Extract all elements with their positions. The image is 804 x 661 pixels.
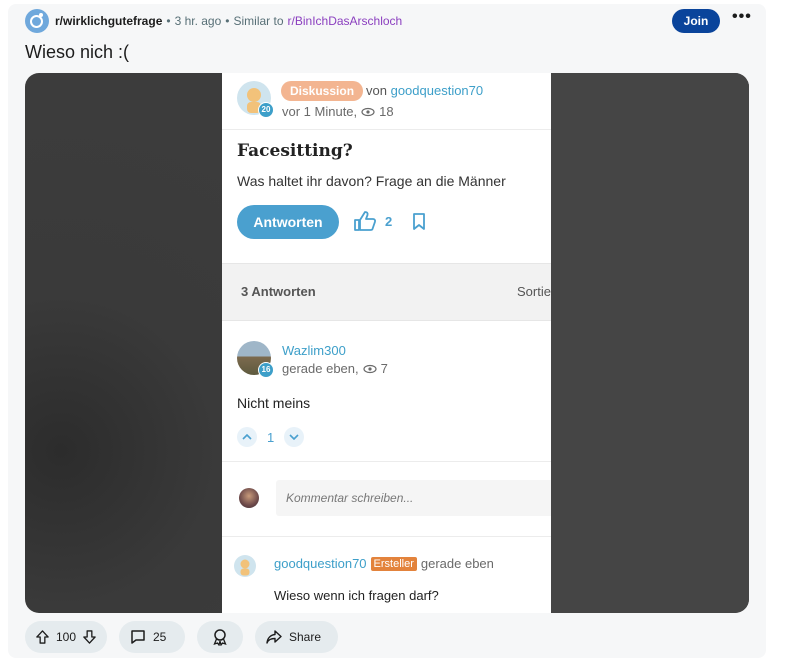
question-title: Facesitting?	[237, 141, 353, 161]
award-button[interactable]	[197, 621, 243, 653]
comment-input: Kommentar schreiben...	[276, 480, 551, 516]
question-body: Was haltet ihr davon? Frage an die Männe…	[237, 173, 506, 189]
answers-count: 3 Antworten	[241, 284, 316, 299]
answerer-level-badge: 16	[258, 362, 274, 378]
screenshot-content: 20 Diskussion von goodquestion70 vor 1 M…	[222, 73, 551, 613]
post-image[interactable]: 20 Diskussion von goodquestion70 vor 1 M…	[25, 73, 749, 613]
like-count: 2	[385, 213, 393, 229]
creator-badge: Ersteller	[370, 556, 417, 571]
eye-icon	[361, 107, 375, 116]
reply-time: gerade eben	[420, 556, 494, 571]
reply-avatar	[234, 555, 256, 577]
answer-time: gerade eben,	[282, 361, 359, 376]
von-label: von	[366, 83, 387, 98]
vote-pill: 100	[25, 621, 107, 653]
award-icon	[213, 629, 227, 646]
sort-label: Sortie	[517, 284, 551, 299]
post-actions: 100 25 Share	[25, 621, 338, 653]
eye-icon	[363, 364, 377, 373]
post-title[interactable]: Wieso nich :(	[25, 42, 129, 63]
post-header: r/wirklichgutefrage • 3 hr. ago • Simila…	[25, 8, 755, 34]
image-dark-backdrop	[551, 73, 749, 613]
question-time: vor 1 Minute,	[282, 104, 358, 119]
author-level-badge: 20	[258, 102, 274, 118]
comment-placeholder: Kommentar schreiben...	[286, 491, 414, 505]
share-button[interactable]: Share	[255, 621, 338, 653]
page-edge	[766, 0, 804, 661]
answerer-name: Wazlim300	[282, 343, 346, 358]
comments-button[interactable]: 25	[119, 621, 185, 653]
downvote-chevron-icon	[284, 427, 305, 447]
similar-prefix: Similar to	[233, 14, 284, 28]
more-options-icon[interactable]: •••	[732, 9, 751, 28]
answer-text: Nicht meins	[237, 395, 311, 411]
author-name[interactable]: goodquestion70	[391, 83, 484, 98]
upvote-chevron-icon	[237, 427, 257, 447]
subreddit-name[interactable]: r/wirklichgutefrage	[55, 14, 162, 28]
comment-count: 25	[153, 630, 167, 644]
reply-text: Wieso wenn ich fragen darf?	[274, 588, 439, 603]
vote-score: 100	[55, 630, 77, 644]
answer-view-count: 7	[380, 361, 388, 376]
thumbs-up-icon	[354, 211, 377, 231]
share-icon	[266, 630, 282, 644]
answers-header: 3 Antworten Sortie	[222, 263, 551, 321]
commenter-avatar	[239, 488, 259, 508]
join-button[interactable]: Join	[672, 9, 720, 33]
downvote-icon[interactable]	[82, 629, 97, 645]
answer-vote-count: 1	[267, 429, 275, 445]
post-time: 3 hr. ago	[174, 14, 222, 28]
answer-button: Antworten	[237, 205, 339, 239]
view-count: 18	[379, 104, 394, 119]
comment-icon	[131, 630, 145, 644]
subreddit-icon[interactable]	[25, 9, 49, 33]
similar-subreddit-link[interactable]: r/BinIchDasArschloch	[288, 14, 403, 28]
share-label: Share	[289, 630, 322, 644]
reply-author: goodquestion70	[274, 556, 367, 571]
discussion-tag: Diskussion	[281, 81, 364, 101]
upvote-icon[interactable]	[35, 629, 50, 645]
bookmark-icon	[413, 213, 425, 230]
